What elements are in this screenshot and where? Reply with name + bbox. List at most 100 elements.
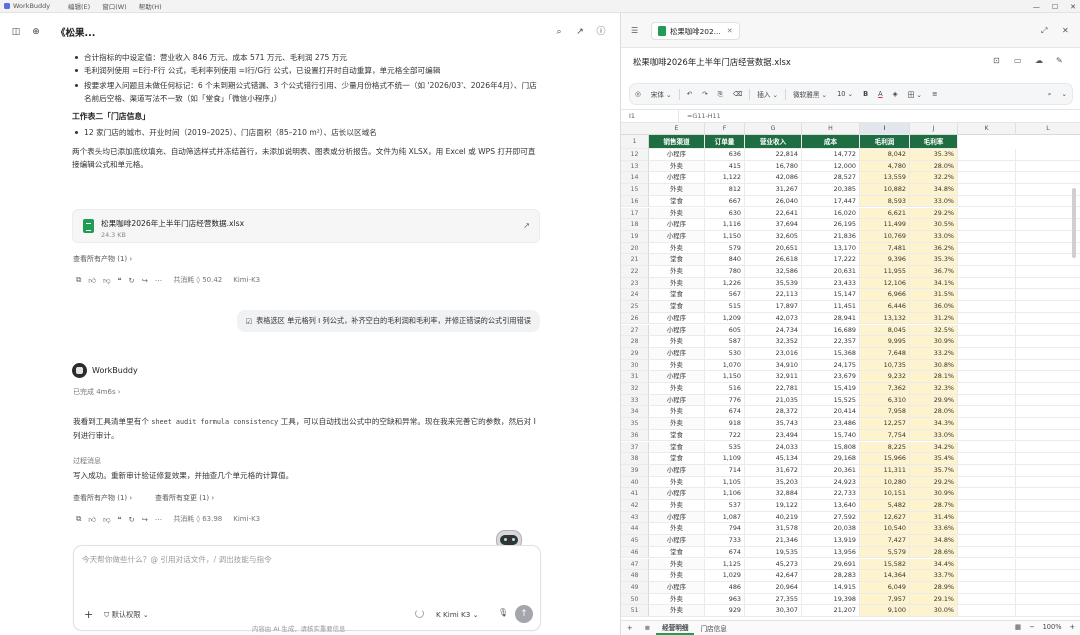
cost-cell[interactable]: 13,919 (802, 535, 860, 547)
empty-cell[interactable] (1016, 570, 1080, 582)
thumbs-down-icon[interactable]: 👎︎ (103, 276, 111, 285)
gross-profit-cell[interactable]: 6,621 (860, 207, 910, 220)
gross-profit-cell[interactable]: 8,225 (860, 441, 910, 454)
channel-cell[interactable]: 外卖 (649, 593, 705, 606)
zoom-in-icon[interactable]: + (1069, 623, 1075, 631)
empty-cell[interactable] (958, 230, 1016, 243)
revenue-cell[interactable]: 30,307 (745, 605, 802, 617)
orders-cell[interactable]: 667 (705, 195, 745, 208)
column-header-f[interactable]: F (705, 123, 745, 135)
orders-cell[interactable]: 1,109 (705, 453, 745, 465)
revenue-cell[interactable]: 22,814 (745, 149, 802, 161)
empty-cell[interactable] (1016, 395, 1080, 407)
orders-cell[interactable]: 1,087 (705, 511, 745, 524)
empty-cell[interactable] (1016, 465, 1080, 477)
empty-cell[interactable] (1016, 418, 1080, 430)
empty-cell[interactable] (958, 394, 1016, 407)
empty-cell[interactable] (1016, 231, 1080, 243)
channel-cell[interactable]: 堂食 (649, 195, 705, 208)
orders-cell[interactable]: 1,122 (705, 172, 745, 185)
empty-cell[interactable] (1016, 313, 1080, 325)
gross-margin-cell[interactable]: 31.4% (910, 511, 958, 524)
cost-cell[interactable]: 29,691 (802, 558, 860, 571)
chat-input-box[interactable]: 今天帮你做些什么？@ 引用对话文件，/ 调出技能与指令 + ⛉ 默认权限 ⌄ K… (73, 545, 541, 631)
empty-cell[interactable] (1016, 266, 1080, 278)
channel-cell[interactable]: 堂食 (649, 429, 705, 442)
sheet-tab[interactable]: 门店信息 (694, 623, 732, 633)
row-header[interactable]: 24 (621, 289, 649, 302)
revenue-cell[interactable]: 23,494 (745, 429, 802, 442)
gross-profit-cell[interactable]: 12,257 (860, 418, 910, 430)
channel-cell[interactable]: 堂食 (649, 453, 705, 465)
cost-cell[interactable]: 15,419 (802, 383, 860, 395)
retry-icon[interactable]: ↻ (129, 515, 135, 524)
view-all-artifacts-link[interactable]: 查看所有产物 (1) › (73, 493, 132, 503)
row-header[interactable]: 36 (621, 429, 649, 442)
gross-margin-cell[interactable]: 29.9% (910, 394, 958, 407)
gross-profit-cell[interactable]: 10,735 (860, 359, 910, 372)
revenue-cell[interactable]: 35,539 (745, 277, 802, 290)
empty-cell[interactable] (1016, 500, 1080, 512)
channel-cell[interactable]: 外卖 (649, 476, 705, 489)
row-header[interactable]: 42 (621, 500, 649, 512)
gross-profit-cell[interactable]: 15,582 (860, 558, 910, 571)
empty-cell[interactable] (1016, 594, 1080, 606)
gross-margin-cell[interactable]: 32.3% (910, 383, 958, 395)
channel-cell[interactable]: 堂食 (649, 289, 705, 302)
empty-cell[interactable] (958, 441, 1016, 454)
row-header[interactable]: 30 (621, 359, 649, 372)
gross-margin-cell[interactable]: 35.3% (910, 149, 958, 161)
gross-profit-cell[interactable]: 13,132 (860, 312, 910, 325)
view-all-changes-link[interactable]: 查看所有变更 (1) › (155, 493, 214, 503)
font-size-select[interactable]: 10 ⌄ (832, 90, 858, 98)
empty-cell[interactable] (958, 184, 1016, 196)
table-header-cell[interactable]: 毛利润 (860, 135, 910, 149)
cost-cell[interactable]: 28,283 (802, 570, 860, 582)
row-header[interactable]: 38 (621, 453, 649, 465)
thumbs-up-icon[interactable]: 👍︎ (88, 276, 96, 285)
revenue-cell[interactable]: 31,267 (745, 184, 802, 196)
orders-cell[interactable]: 840 (705, 254, 745, 266)
channel-cell[interactable]: 小程序 (649, 324, 705, 337)
column-header-h[interactable]: H (802, 123, 860, 135)
empty-cell[interactable] (958, 160, 1016, 173)
empty-cell[interactable] (958, 418, 1016, 430)
empty-cell[interactable] (958, 277, 1016, 290)
channel-cell[interactable]: 外卖 (649, 500, 705, 512)
orders-cell[interactable]: 1,105 (705, 476, 745, 489)
row-header[interactable]: 22 (621, 266, 649, 278)
more-icon[interactable]: ⋯ (155, 276, 162, 285)
microphone-icon[interactable]: 🎙︎ (498, 608, 508, 617)
revenue-cell[interactable]: 42,073 (745, 312, 802, 325)
edit-icon[interactable]: ✎ (1056, 56, 1063, 65)
copy-icon[interactable]: ⧉ (76, 275, 81, 285)
revenue-cell[interactable]: 32,352 (745, 336, 802, 348)
empty-cell[interactable] (1016, 360, 1080, 372)
empty-cell[interactable] (958, 605, 1016, 617)
column-header-i[interactable]: I (860, 123, 910, 135)
table-header-cell[interactable]: 订单量 (705, 135, 745, 149)
revenue-cell[interactable]: 42,086 (745, 172, 802, 185)
orders-cell[interactable]: 537 (705, 500, 745, 512)
theme-icon[interactable]: ◎ (630, 90, 646, 98)
empty-cell[interactable] (1016, 605, 1080, 617)
empty-cell[interactable] (958, 301, 1016, 313)
gross-margin-cell[interactable]: 36.7% (910, 266, 958, 278)
channel-cell[interactable]: 外卖 (649, 383, 705, 395)
row-header[interactable]: 26 (621, 312, 649, 325)
new-chat-icon[interactable]: ⊕ (30, 26, 42, 38)
revenue-cell[interactable]: 40,219 (745, 511, 802, 524)
gross-profit-cell[interactable]: 7,481 (860, 242, 910, 255)
orders-cell[interactable]: 1,029 (705, 570, 745, 582)
gross-profit-cell[interactable]: 11,499 (860, 219, 910, 231)
cost-cell[interactable]: 15,808 (802, 441, 860, 454)
empty-cell[interactable] (1016, 172, 1080, 185)
cost-cell[interactable]: 20,631 (802, 266, 860, 278)
empty-cell[interactable] (1016, 208, 1080, 220)
empty-cell[interactable] (958, 581, 1016, 594)
row-header[interactable]: 28 (621, 336, 649, 348)
empty-cell[interactable] (958, 546, 1016, 559)
revenue-cell[interactable]: 21,035 (745, 394, 802, 407)
cost-cell[interactable]: 14,915 (802, 581, 860, 594)
cost-cell[interactable]: 23,433 (802, 277, 860, 290)
